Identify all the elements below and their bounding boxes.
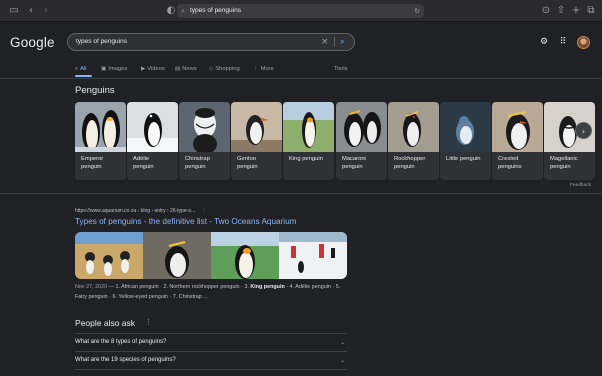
image-icon: ▣ <box>101 66 107 72</box>
carousel-item-label: Chinstrap penguin <box>185 156 210 170</box>
carousel-item-little-penguin[interactable]: Little penguin <box>440 102 491 180</box>
search-icon[interactable]: ⌕ <box>340 34 344 50</box>
video-icon: ▶ <box>141 66 146 72</box>
search-icon: ⌕ <box>181 7 185 15</box>
carousel-item-label: King penguin <box>289 156 323 162</box>
tools-button[interactable]: Tools <box>334 64 348 74</box>
result-title-link[interactable]: Types of penguins - the definitive list … <box>75 217 296 226</box>
carousel-item-label: Little penguin <box>446 156 481 162</box>
result-image-penguin-colony <box>75 232 143 279</box>
gentoo-penguin-image <box>231 102 282 152</box>
rockhopper-penguin-image <box>388 102 439 152</box>
carousel-next-button[interactable]: › <box>575 122 592 139</box>
carousel-item-adelie-penguin[interactable]: Adélie penguin <box>127 102 178 180</box>
address-bar[interactable]: ⌕ types of penguins ↻ <box>177 4 424 18</box>
tab-more[interactable]: ⋮ More <box>253 64 274 74</box>
search-divider <box>334 37 335 47</box>
address-text[interactable]: types of penguins <box>190 5 241 17</box>
download-icon[interactable]: ⊙ <box>540 5 552 17</box>
active-tab-indicator <box>75 75 92 77</box>
chinstrap-penguin-image <box>179 102 230 152</box>
news-icon: ▤ <box>175 66 181 72</box>
search-box[interactable]: types of penguins × ⌕ <box>67 33 355 51</box>
carousel-item-label: Emperor penguin <box>81 156 104 170</box>
adelie-penguin-image <box>127 102 178 152</box>
carousel-item-label: Macaroni penguin <box>342 156 366 170</box>
tab-videos[interactable]: ▶ Videos <box>141 64 165 74</box>
carousel-item-chinstrap-penguin[interactable]: Chinstrap penguin <box>179 102 230 180</box>
result-snippet: Nov 27, 2020 — 1. African penguin · 2. N… <box>75 284 341 300</box>
carousel-item-label: Gentoo penguin <box>237 156 258 170</box>
little-penguin-image <box>440 102 491 152</box>
carousel-item-label: Adélie penguin <box>133 156 154 170</box>
google-logo[interactable]: Google <box>10 35 55 50</box>
carousel-item-crested-penguins[interactable]: Crested penguins <box>492 102 543 180</box>
tab-all[interactable]: ⌕ All <box>75 64 87 74</box>
more-options-icon[interactable]: ⋮ <box>201 208 206 214</box>
more-icon: ⋮ <box>253 66 259 72</box>
share-icon[interactable]: ⇧ <box>555 5 567 17</box>
avatar[interactable] <box>577 36 590 49</box>
carousel-item-label: Magellanic penguin <box>550 156 578 170</box>
crested-penguins-image <box>492 102 543 152</box>
more-options-icon[interactable]: ⋮ <box>145 318 152 326</box>
new-tab-icon[interactable]: + <box>570 5 582 17</box>
divider <box>75 333 347 334</box>
result-url[interactable]: https://www.aquarium.co.za › blog › entr… <box>75 208 206 214</box>
carousel-item-label: Crested penguins <box>498 156 522 170</box>
paa-title: People also ask <box>75 318 136 328</box>
tab-shopping[interactable]: ◇ Shopping <box>209 64 240 74</box>
carousel-title: Penguins <box>75 85 115 96</box>
carousel-item-magellanic-penguin[interactable]: Magellanic penguin <box>544 102 595 180</box>
macaroni-penguin-image <box>336 102 387 152</box>
emperor-penguin-image <box>75 102 126 152</box>
divider <box>75 369 347 370</box>
search-icon: ⌕ <box>75 66 79 72</box>
forward-icon[interactable]: › <box>40 5 52 17</box>
privacy-shield-icon[interactable]: ◐ <box>165 5 177 17</box>
back-icon[interactable]: ‹ <box>25 5 37 17</box>
paa-question[interactable]: What are the 8 types of penguins? ⌄ <box>75 338 347 347</box>
result-image-snow-scene <box>279 232 347 279</box>
search-input[interactable]: types of penguins <box>76 34 127 50</box>
tab-images[interactable]: ▣ Images <box>101 64 127 74</box>
divider <box>75 351 347 352</box>
result-image-rockhopper <box>143 232 211 279</box>
divider <box>0 78 602 79</box>
carousel-item-king-penguin[interactable]: King penguin <box>283 102 334 180</box>
feedback-link[interactable]: Feedback <box>570 183 591 188</box>
paa-question[interactable]: What are the 19 species of penguins? ⌄ <box>75 356 347 365</box>
settings-gear-icon[interactable]: ⚙ <box>539 37 549 47</box>
chevron-right-icon: › <box>581 127 586 136</box>
tab-news[interactable]: ▤ News <box>175 64 197 74</box>
carousel-item-label: Rockhopper penguin <box>394 156 426 170</box>
reload-icon[interactable]: ↻ <box>414 5 420 17</box>
apps-grid-icon[interactable]: ⠿ <box>558 37 568 47</box>
carousel-item-rockhopper-penguin[interactable]: Rockhopper penguin <box>388 102 439 180</box>
carousel-item-gentoo-penguin[interactable]: Gentoo penguin <box>231 102 282 180</box>
chevron-down-icon: ⌄ <box>339 357 345 364</box>
sidebar-toggle-icon[interactable]: ▭ <box>8 5 20 17</box>
king-penguin-image <box>283 102 334 152</box>
result-image-strip[interactable] <box>75 232 347 279</box>
clear-icon[interactable]: × <box>321 34 329 50</box>
tag-icon: ◇ <box>209 66 214 72</box>
browser-toolbar: ▭ ‹ › ◐ ⌕ types of penguins ↻ ⊙ ⇧ + ⧉ <box>0 0 602 22</box>
chevron-down-icon: ⌄ <box>339 339 345 346</box>
divider <box>0 193 602 194</box>
result-image-king-penguin <box>211 232 279 279</box>
tab-overview-icon[interactable]: ⧉ <box>585 5 597 17</box>
carousel-item-macaroni-penguin[interactable]: Macaroni penguin <box>336 102 387 180</box>
carousel-item-emperor-penguin[interactable]: Emperor penguin <box>75 102 126 180</box>
